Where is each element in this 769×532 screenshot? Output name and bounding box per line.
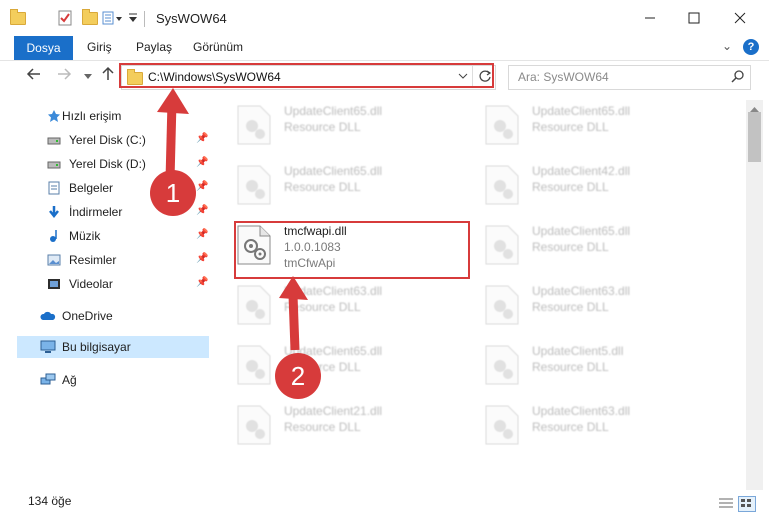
file-description: Resource DLL [532,360,609,374]
file-description: Resource DLL [532,180,609,194]
back-icon[interactable] [26,66,42,87]
network-icon [40,373,56,387]
tab-home[interactable]: Giriş [87,40,112,54]
large-icons-view-icon[interactable] [738,496,756,512]
close-button[interactable] [717,0,763,36]
music-icon [47,229,61,243]
address-dropdown-icon[interactable] [458,70,468,84]
document-icon [47,181,61,195]
maximize-button[interactable] [671,0,717,36]
title-separator [144,11,145,27]
file-item[interactable]: UpdateClient42.dll Resource DLL [484,164,714,214]
file-item[interactable]: UpdateClient21.dll Resource DLL [236,404,466,454]
address-divider [472,66,473,86]
file-name: UpdateClient63.dll [532,284,631,298]
nav-label: Belgeler [69,181,114,195]
ribbon: Dosya Giriş Paylaş Görünüm ⌄ [0,36,769,61]
dll-file-icon [236,404,272,446]
dll-file-icon [484,224,520,266]
nav-label: İndirmeler [69,205,123,219]
file-item[interactable]: UpdateClient63.dll Resource DLL [484,284,714,334]
new-folder-icon[interactable] [82,8,98,27]
nav-label: Resimler [69,253,117,267]
arrow-2-shaft [288,294,300,351]
file-description: Resource DLL [532,240,609,254]
file-description: Resource DLL [284,420,361,434]
file-name: UpdateClient65.dll [532,224,631,238]
nav-label: Yerel Disk (C:) [69,133,146,147]
dll-file-icon [484,404,520,446]
properties-icon[interactable] [58,9,72,27]
nav-label: Müzik [69,229,101,243]
step-1-badge: 1 [150,170,196,216]
details-view-icon[interactable] [718,496,734,510]
view-options-icon[interactable] [102,9,124,27]
recent-locations-icon[interactable] [83,68,93,86]
nav-label: Bu bilgisayar [62,340,131,354]
file-name: UpdateClient63.dll [532,404,631,418]
cloud-icon [40,309,56,323]
step-2-badge: 2 [275,353,321,399]
tab-share[interactable]: Paylaş [136,40,172,54]
title-bar: SysWOW64 [0,0,769,36]
file-description: Resource DLL [532,300,609,314]
help-icon[interactable]: ? [743,39,759,55]
scrollbar-thumb[interactable] [748,112,761,162]
customize-toolbar-icon[interactable] [128,9,138,27]
file-name: UpdateClient21.dll [284,404,383,418]
up-icon[interactable] [100,66,116,87]
tab-view[interactable]: Görünüm [193,40,243,54]
file-name: UpdateClient65.dll [532,104,631,118]
arrow-1-head [157,88,189,114]
file-name: UpdateClient5.dll [532,344,624,358]
nav-label: OneDrive [62,309,113,323]
search-icon[interactable] [731,69,745,86]
forward-icon[interactable] [56,66,72,87]
file-item[interactable]: UpdateClient63.dll Resource DLL [484,404,714,454]
pictures-icon [47,253,61,267]
minimize-button[interactable] [627,0,673,36]
video-icon [47,277,61,291]
file-item[interactable]: UpdateClient5.dll Resource DLL [484,344,714,394]
search-placeholder: Ara: SysWOW64 [518,70,609,84]
window-title: SysWOW64 [156,11,227,26]
arrow-1-shaft [165,101,177,181]
star-icon [47,109,61,123]
file-item[interactable]: UpdateClient65.dll Resource DLL [484,224,714,274]
expand-ribbon-icon[interactable]: ⌄ [722,39,732,53]
nav-label: Hızlı erişim [62,109,122,123]
explorer-window: SysWOW64 Dosya Giriş Paylaş Görünüm ⌄ ? … [0,0,769,532]
file-description: Resource DLL [532,420,609,434]
refresh-icon[interactable] [478,69,492,86]
nav-label: Videolar [69,277,113,291]
folder-icon [10,8,26,27]
annotation-arrows [157,88,308,351]
tab-file[interactable]: Dosya [14,36,73,60]
dll-file-icon [484,164,520,206]
file-description: Resource DLL [532,120,609,134]
nav-label: Ağ [62,373,77,387]
drive-icon [47,157,61,171]
dll-file-icon [484,284,520,326]
dll-file-icon [484,344,520,386]
dll-file-icon [484,104,520,146]
file-name: UpdateClient42.dll [532,164,631,178]
download-icon [47,205,61,219]
computer-icon [40,340,56,354]
arrow-2-head [279,276,308,300]
item-count: 134 öğe [28,494,72,508]
nav-label: Yerel Disk (D:) [69,157,146,171]
drive-icon [47,133,61,147]
file-item[interactable]: UpdateClient65.dll Resource DLL [484,104,714,154]
